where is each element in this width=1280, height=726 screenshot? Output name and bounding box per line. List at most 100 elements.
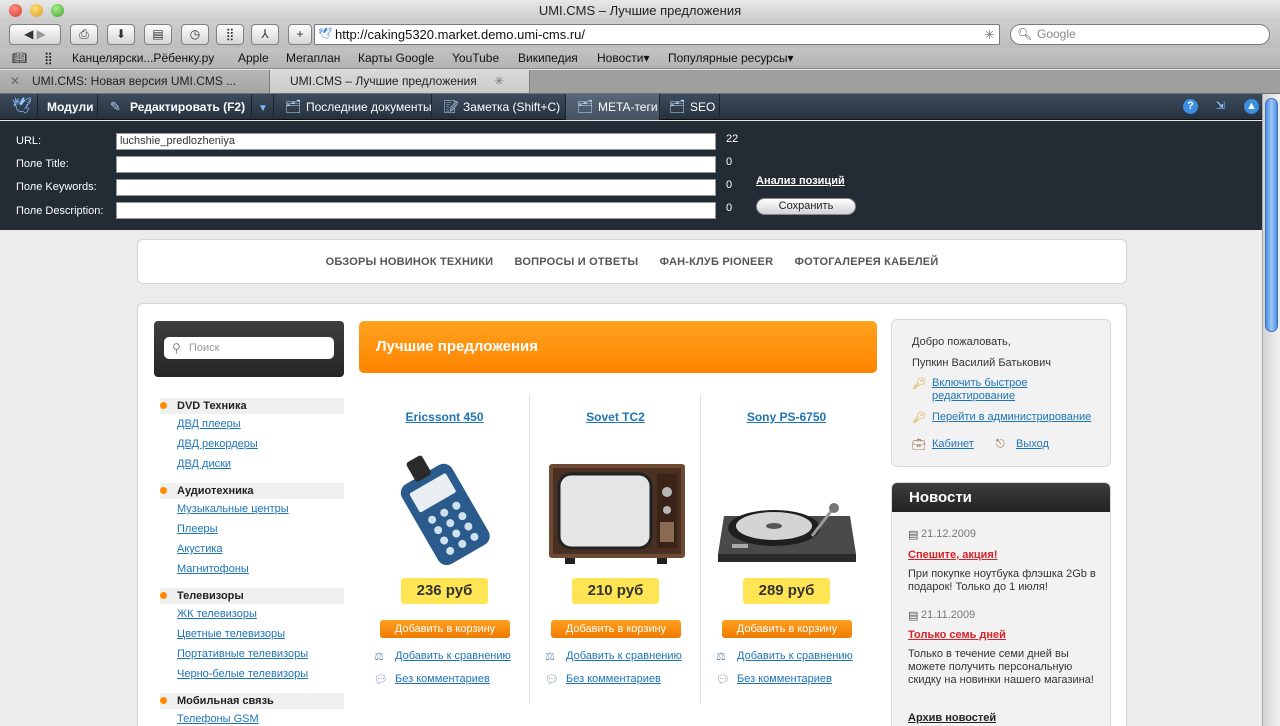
category-link[interactable]: Цветные телевизоры [160,624,344,644]
bookmark-item[interactable]: Apple [238,48,269,69]
web-search-field[interactable]: 🔍︎ Google [1010,24,1270,45]
add-to-cart-button[interactable]: Добавить в корзину [722,620,852,638]
nav-item[interactable]: ФАН-КЛУБ PIONEER [660,256,774,268]
nav-item[interactable]: ВОПРОСЫ И ОТВЕТЫ [515,256,639,268]
comment-icon: 💬︎ [716,674,730,686]
scrollbar-thumb[interactable] [1265,98,1278,332]
keywords-input[interactable] [116,179,716,196]
description-char-count: 0 [726,202,733,214]
back-arrow-icon[interactable]: ◀ [24,27,33,41]
bookmarks-grid-icon[interactable]: ⣿ [44,48,53,69]
category-title[interactable]: Телевизоры [160,588,344,604]
extension-button[interactable]: ⅄ [251,24,279,45]
nav-item[interactable]: ОБЗОРЫ НОВИНОК ТЕХНИКИ [326,256,494,268]
bookmark-item[interactable]: Мегаплан [286,48,340,69]
cabinet-link[interactable]: Кабинет [932,438,974,451]
add-to-cart-button[interactable]: Добавить в корзину [551,620,681,638]
bookmark-item[interactable]: Карты Google [358,48,434,69]
forward-arrow-icon[interactable]: ▶ [37,27,46,41]
top-sites-button[interactable]: ⣿ [216,24,244,45]
product-image-tv[interactable] [545,450,687,568]
category-link[interactable]: Телефоны GSM [160,709,344,726]
address-bar[interactable]: 🕊 http://caking5320.market.demo.umi-cms.… [314,24,1000,45]
description-input[interactable] [116,202,716,219]
product-name-link[interactable]: Sovet TC2 [530,410,701,424]
umi-recent-docs-button[interactable]: 🗂︎ Последние документы [274,94,432,120]
loading-spinner-icon: ✳ [984,27,995,42]
category-link[interactable]: Плееры [160,519,344,539]
news-headline-link[interactable]: Спешите, акция! [908,549,997,561]
product-name-link[interactable]: Ericssont 450 [359,410,530,424]
analyze-positions-link[interactable]: Анализ позиций [756,175,845,187]
product-price: 236 руб [401,578,488,604]
category-link[interactable]: Магнитофоны [160,559,344,579]
umi-meta-tags-button[interactable]: 🗂︎ META-теги [566,94,660,120]
bookmark-item[interactable]: Канцелярски...Рёбенку.ру [72,48,214,69]
category-dvd: DVD Техника ДВД плееры ДВД рекордеры ДВД… [160,398,344,474]
nav-item[interactable]: ФОТОГАЛЕРЕЯ КАБЕЛЕЙ [795,256,939,268]
add-to-cart-button[interactable]: Добавить в корзину [380,620,510,638]
add-bookmark-button[interactable]: + [288,24,312,45]
bookmark-item[interactable]: Википедия [518,48,578,69]
umi-modules-button[interactable]: Модули [38,94,98,120]
add-to-compare-link[interactable]: ⚖ Добавить к сравнению [545,650,682,663]
category-title[interactable]: Мобильная связь [160,693,344,709]
umi-seo-button[interactable]: 🗂︎ SEO [660,94,720,120]
umi-note-button[interactable]: 📝︎ Заметка (Shift+C) [432,94,566,120]
back-forward-buttons[interactable]: ◀ ▶ [9,24,61,45]
umi-exit-icon[interactable]: ⇲ [1213,99,1228,114]
zoom-window-button[interactable] [51,4,64,17]
bookmark-folder[interactable]: Популярные ресурсы▾ [668,48,794,69]
product-image-phone[interactable] [374,450,516,568]
category-link[interactable]: Портативные телевизоры [160,644,344,664]
help-icon[interactable]: ? [1183,99,1198,114]
minimize-window-button[interactable] [30,4,43,17]
save-button[interactable]: Сохранить [756,198,856,215]
clock-icon: ◷ [189,27,201,41]
site-search-input[interactable]: ⚲ Поиск [164,337,334,359]
fast-edit-link[interactable]: Включить быстрое редактирование [932,377,1102,403]
category-title[interactable]: Аудиотехника [160,483,344,499]
url-input[interactable]: luchshie_predlozheniya [116,133,716,150]
news-headline-link[interactable]: Только семь дней [908,629,1006,641]
category-link[interactable]: ДВД рекордеры [160,434,344,454]
download-button[interactable]: ⬇ [107,24,135,45]
bookmark-folder[interactable]: Новости▾ [597,48,649,69]
title-input[interactable] [116,156,716,173]
bookmark-item[interactable]: YouTube [452,48,499,69]
category-link[interactable]: Черно-белые телевизоры [160,664,344,684]
reader-button[interactable]: ▤ [144,24,172,45]
category-link[interactable]: ДВД плееры [160,414,344,434]
print-button[interactable]: ⎙ [70,24,98,45]
category-link[interactable]: ДВД диски [160,454,344,474]
category-mobile: Мобильная связь Телефоны GSM [160,693,344,726]
umi-logo[interactable]: 🕊 [0,94,38,120]
collapse-panel-icon[interactable]: ▲ [1244,99,1259,114]
close-tab-icon[interactable]: ✕ [10,70,20,93]
umi-edit-dropdown[interactable]: ▼ [252,94,274,120]
add-to-compare-link[interactable]: ⚖ Добавить к сравнению [716,650,853,663]
category-title[interactable]: DVD Техника [160,398,344,414]
add-to-compare-link[interactable]: ⚖ Добавить к сравнению [374,650,511,663]
category-link[interactable]: ЖК телевизоры [160,604,344,624]
umi-edit-button[interactable]: ✎ Редактировать (F2) [98,94,252,120]
bookmarks-book-icon[interactable]: 📖︎ [12,48,27,69]
history-button[interactable]: ◷ [181,24,209,45]
tab-best-offers[interactable]: UMI.CMS – Лучшие предложения ✳ [270,70,530,93]
logout-link[interactable]: Выход [1016,438,1049,451]
umi-edit-label: Редактировать (F2) [130,100,246,114]
vertical-scrollbar[interactable] [1262,94,1280,726]
product-name-link[interactable]: Sony PS-6750 [701,410,872,424]
comments-link[interactable]: 💬︎ Без комментариев [545,673,661,686]
tab-umi-new-version[interactable]: ✕ UMI.CMS: Новая версия UMI.CMS ... [0,70,270,93]
comments-link[interactable]: 💬︎ Без комментариев [374,673,490,686]
admin-link[interactable]: Перейти в администрирование [932,411,1091,424]
category-link[interactable]: Акустика [160,539,344,559]
top-navigation: ОБЗОРЫ НОВИНОК ТЕХНИКИ ВОПРОСЫ И ОТВЕТЫ … [137,239,1127,284]
product-image-turntable[interactable] [716,450,858,568]
category-link[interactable]: Музыкальные центры [160,499,344,519]
comments-link[interactable]: 💬︎ Без комментариев [716,673,832,686]
browser-toolbar: ◀ ▶ ⎙ ⬇ ▤ ◷ ⣿ ⅄ + 🕊 http://caking5320.ma… [0,22,1280,48]
news-archive-link[interactable]: Архив новостей [908,712,996,724]
close-window-button[interactable] [9,4,22,17]
